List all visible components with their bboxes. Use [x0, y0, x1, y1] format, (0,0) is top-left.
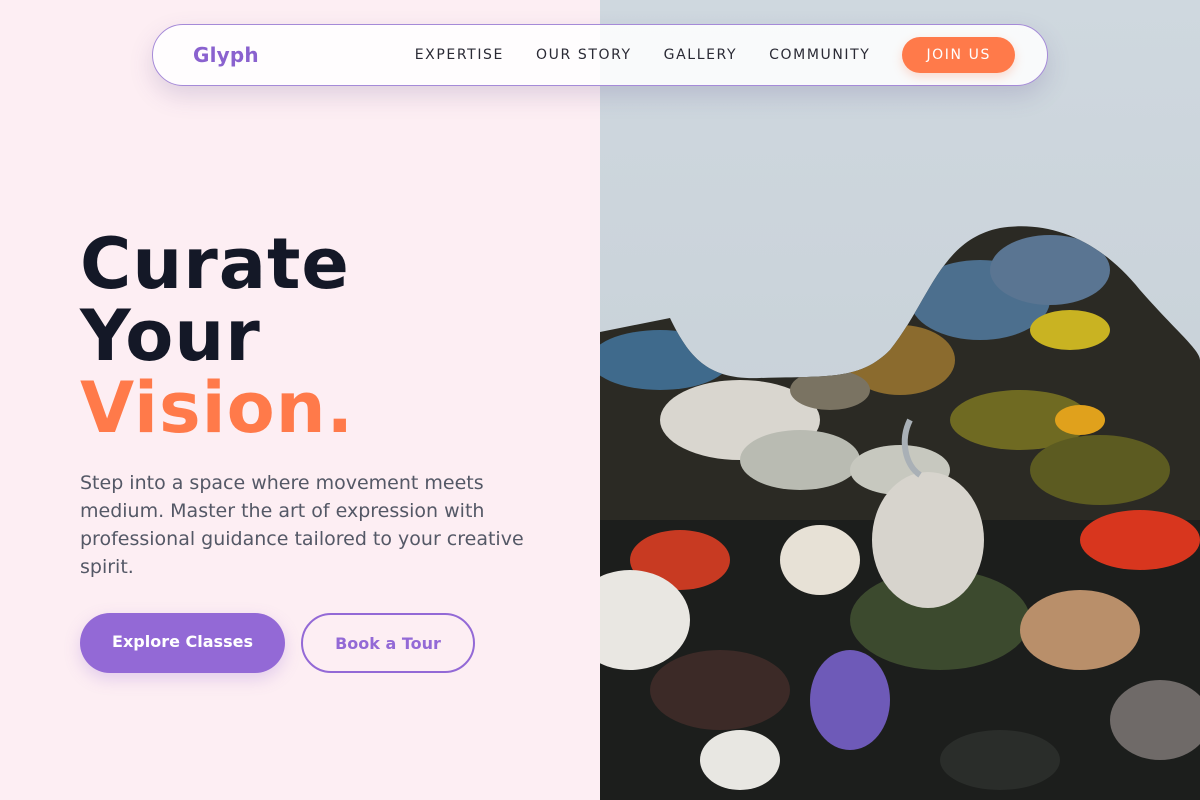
nav-link-our-story[interactable]: OUR STORY — [536, 47, 632, 63]
hero-description: Step into a space where movement meets m… — [80, 472, 524, 578]
brand-logo[interactable]: Glyph — [193, 43, 259, 67]
explore-classes-button[interactable]: Explore Classes — [80, 613, 285, 673]
top-navigation: Glyph EXPERTISE OUR STORY GALLERY COMMUN… — [152, 24, 1048, 86]
nav-link-gallery[interactable]: GALLERY — [664, 47, 737, 63]
nav-link-expertise[interactable]: EXPERTISE — [415, 47, 504, 63]
nav-link-community[interactable]: COMMUNITY — [769, 47, 870, 63]
paint-palette-image — [600, 226, 1200, 800]
nav-links: EXPERTISE OUR STORY GALLERY COMMUNITY JO… — [415, 37, 1015, 73]
book-a-tour-button[interactable]: Book a Tour — [301, 613, 475, 673]
hero-headline: Curate Your Vision. — [80, 228, 354, 444]
hero-image-panel — [600, 0, 1200, 800]
headline-line-3: Vision. — [80, 367, 355, 449]
headline-line-2: Your — [80, 295, 261, 377]
headline-line-1: Curate — [80, 223, 350, 305]
join-us-button[interactable]: JOIN US — [902, 37, 1015, 73]
